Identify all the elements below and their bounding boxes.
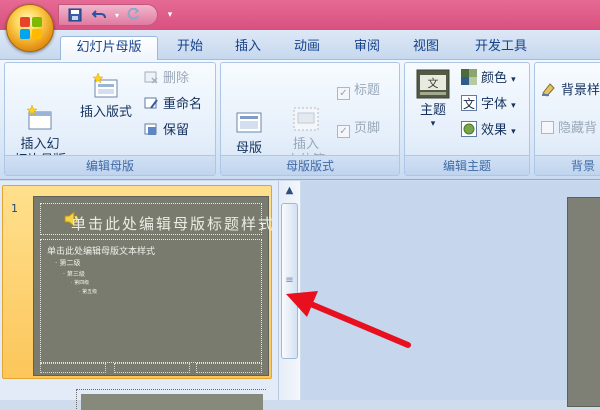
slide-number: 1: [11, 202, 18, 215]
group-label-master-layout: 母版版式: [221, 155, 399, 175]
layout-thumbnail-preview: [81, 394, 263, 410]
scroll-grip-icon: ≡: [285, 275, 294, 286]
group-label-edit-theme: 编辑主题: [405, 155, 529, 175]
preserve-icon: [143, 121, 159, 137]
hide-background-check-icon: [541, 121, 554, 134]
tab-review[interactable]: 审阅: [342, 36, 392, 60]
slide-thumbnail-selected[interactable]: 1 单击此处编辑母版标题样式 单击此处编辑母版文本样式 · 第二级 · 第三级 …: [2, 185, 273, 379]
effects-button[interactable]: 效果 ▾: [461, 121, 516, 141]
tab-slide-master[interactable]: 幻灯片母版: [60, 36, 158, 61]
colors-button[interactable]: 颜色 ▾: [461, 69, 516, 89]
background-styles-label: 背景样: [561, 83, 600, 98]
rename-label: 重命名: [163, 97, 203, 112]
title-placeholder: 单击此处编辑母版标题样式: [40, 203, 273, 235]
footer-checkbox-label: 页脚: [354, 121, 381, 136]
slide-editing-area[interactable]: [301, 181, 600, 407]
colors-label: 颜色: [481, 71, 508, 86]
date-placeholder: [40, 363, 106, 373]
slide-number-placeholder: [196, 363, 262, 373]
quick-access-toolbar: ▾: [58, 4, 158, 26]
hide-background-checkbox[interactable]: 隐藏背: [541, 119, 597, 139]
colors-dropdown-icon: ▾: [511, 75, 516, 85]
group-edit-master: 插入幻 灯片母版 插入版式 删除 重命名 保留 编辑母版: [4, 62, 216, 176]
insert-placeholder-button[interactable]: 插入 占位符 ▾: [275, 73, 337, 195]
background-styles-button[interactable]: 背景样: [541, 81, 600, 101]
themes-label: 主题: [419, 103, 446, 118]
slide-layout-thumbnail[interactable]: [76, 389, 266, 410]
tab-insert[interactable]: 插入: [223, 36, 273, 60]
body-placeholder: 单击此处编辑母版文本样式 · 第二级 · 第三级 · 第四级 · 第五级: [40, 239, 262, 363]
ribbon-tabs: 幻灯片母版 开始 插入 动画 审阅 视图 开发工具: [0, 30, 600, 61]
tab-animations[interactable]: 动画: [282, 36, 332, 60]
delete-icon: [143, 69, 159, 85]
delete-button[interactable]: 删除: [143, 69, 189, 89]
footer-placeholder: [114, 363, 190, 373]
insert-placeholder-icon: [291, 89, 321, 131]
effects-label: 效果: [481, 123, 508, 138]
body-level-2: · 第二级: [55, 259, 81, 267]
fonts-icon: 文: [461, 95, 477, 111]
group-label-background: 背景: [535, 155, 600, 175]
undo-dropdown-icon[interactable]: ▾: [109, 8, 125, 24]
fonts-label: 字体: [481, 97, 508, 112]
group-master-layout: 母版 版式 插入 占位符 ▾ ✓标题 ✓页脚 母版版式: [220, 62, 400, 179]
title-checkbox-label: 标题: [354, 83, 381, 98]
tab-view[interactable]: 视图: [401, 36, 451, 60]
themes-button[interactable]: 文 主题 ▾: [409, 69, 457, 129]
themes-icon: 文: [416, 69, 450, 99]
body-level-3: · 第三级: [63, 271, 85, 278]
insert-layout-button[interactable]: 插入版式: [73, 72, 139, 121]
delete-label: 删除: [163, 71, 190, 86]
effects-dropdown-icon: ▾: [511, 127, 516, 137]
office-logo-icon: [20, 17, 42, 39]
body-level-4: · 第四级: [71, 280, 90, 286]
themes-dropdown-icon: ▾: [430, 119, 436, 129]
body-level-5: · 第五级: [79, 289, 98, 295]
slide-thumbnail-panel: 1 单击此处编辑母版标题样式 单击此处编辑母版文本样式 · 第二级 · 第三级 …: [0, 181, 278, 410]
undo-icon[interactable]: [91, 8, 107, 24]
insert-slide-master-icon: [25, 89, 55, 130]
preserve-button[interactable]: 保留: [143, 121, 189, 141]
preserve-label: 保留: [163, 123, 190, 138]
group-label-edit-master: 编辑母版: [5, 155, 215, 175]
title-checkbox[interactable]: ✓ 标题: [337, 81, 380, 101]
body-level-1: 单击此处编辑母版文本样式: [47, 247, 156, 257]
hide-background-label: 隐藏背: [558, 121, 598, 136]
tab-developer[interactable]: 开发工具: [463, 36, 539, 60]
insert-layout-icon: [91, 72, 121, 101]
scrollbar-thumb[interactable]: ≡: [281, 203, 298, 359]
svg-text:文: 文: [463, 96, 475, 111]
colors-icon: [461, 69, 477, 85]
footer-check-icon: ✓: [337, 125, 350, 138]
redo-icon[interactable]: [125, 7, 141, 24]
customize-toolbar-icon[interactable]: ▾: [163, 7, 177, 23]
fonts-dropdown-icon: ▾: [511, 101, 516, 111]
master-layout-icon: [234, 93, 264, 133]
tab-home[interactable]: 开始: [165, 36, 215, 60]
scroll-up-arrow-icon[interactable]: ▲: [281, 183, 298, 199]
svg-text:文: 文: [428, 76, 439, 90]
title-check-icon: ✓: [337, 87, 350, 100]
slide-title-text: 单击此处编辑母版标题样式: [71, 215, 276, 233]
ribbon: 插入幻 灯片母版 插入版式 删除 重命名 保留 编辑母版 母版 版式: [0, 60, 600, 180]
slide-canvas[interactable]: [567, 197, 600, 407]
background-styles-icon: [541, 81, 557, 97]
save-icon[interactable]: [67, 8, 83, 24]
effects-icon: [461, 121, 477, 137]
rename-button[interactable]: 重命名: [143, 95, 202, 115]
slide-master-thumbnail[interactable]: 单击此处编辑母版标题样式 单击此处编辑母版文本样式 · 第二级 · 第三级 · …: [33, 196, 273, 376]
office-button[interactable]: [6, 4, 54, 52]
group-edit-theme: 文 主题 ▾ 颜色 ▾ 文字体 ▾ 效果 ▾ 编辑主题: [404, 62, 530, 176]
rename-icon: [143, 95, 159, 111]
fonts-button[interactable]: 文字体 ▾: [461, 95, 516, 115]
thumbnail-scrollbar[interactable]: ▲ ≡: [278, 181, 300, 400]
insert-layout-label: 插入版式: [79, 105, 132, 120]
footer-checkbox[interactable]: ✓ 页脚: [337, 119, 380, 139]
group-background: 背景样 隐藏背 背景: [534, 62, 600, 176]
